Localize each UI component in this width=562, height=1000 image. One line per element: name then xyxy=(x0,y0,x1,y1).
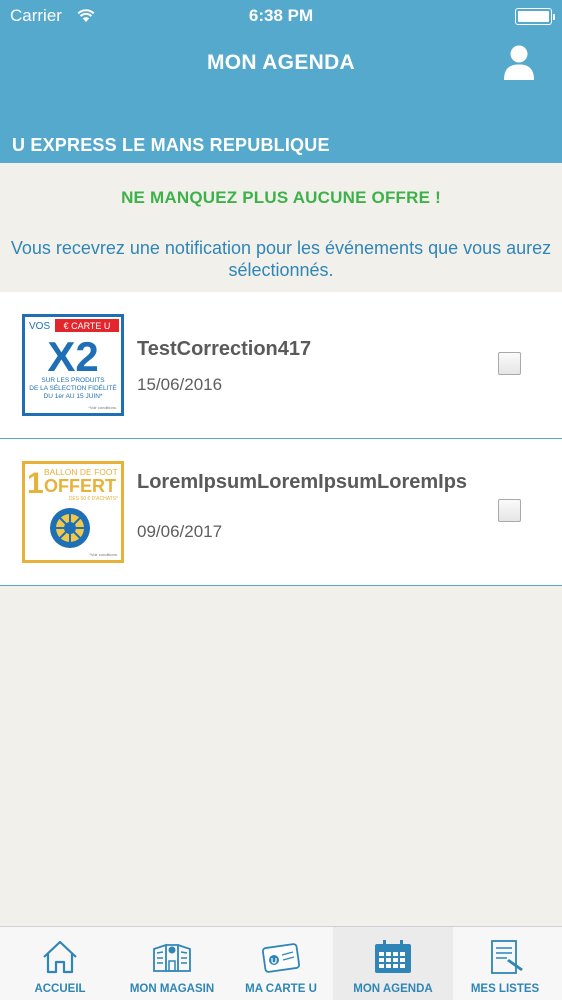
promo-ball-image: 1 BALLON DE FOOT OFFERT DÈS 50 € D'ACHAT… xyxy=(22,461,124,563)
tab-ma-carte-u[interactable]: MA CARTE U xyxy=(221,927,341,1000)
thumb-note: *Voir conditions. xyxy=(88,405,117,410)
thumb-sub: DÈS 50 € D'ACHATS* xyxy=(69,495,118,502)
tab-mon-magasin[interactable]: MON MAGASIN xyxy=(112,927,232,1000)
tab-mon-agenda[interactable]: MON AGENDA xyxy=(333,927,453,1000)
event-row[interactable]: VOS € CARTE U X2 SUR LES PRODUITS DE LA … xyxy=(0,292,562,439)
card-icon xyxy=(261,943,301,973)
thumb-note: *Voir conditions. xyxy=(89,552,118,557)
event-thumbnail: VOS € CARTE U X2 SUR LES PRODUITS DE LA … xyxy=(22,314,124,416)
banner-title: NE MANQUEZ PLUS AUCUNE OFFRE ! xyxy=(121,188,441,207)
tab-mes-listes[interactable]: MES LISTES xyxy=(445,927,562,1000)
event-row[interactable]: 1 BALLON DE FOOT OFFERT DÈS 50 € D'ACHAT… xyxy=(0,439,562,586)
event-checkbox[interactable] xyxy=(498,352,521,375)
event-title: LoremIpsumLoremIpsumLoremIpsumLoremIpsum… xyxy=(137,471,467,493)
tab-label: ACCUEIL xyxy=(34,983,86,995)
calendar-icon xyxy=(375,940,411,973)
event-title: TestCorrection417 xyxy=(137,338,312,360)
tab-label: MES LISTES xyxy=(470,983,540,995)
status-bar: Carrier 6:38 PM xyxy=(0,0,562,34)
event-date: 15/06/2016 xyxy=(137,375,223,394)
thumb-carte-u: € CARTE U xyxy=(64,321,111,331)
thumb-line1: SUR LES PRODUITS xyxy=(41,377,105,384)
home-icon xyxy=(43,940,77,974)
profile-icon[interactable] xyxy=(500,43,538,81)
status-time: 6:38 PM xyxy=(248,6,314,25)
event-checkbox[interactable] xyxy=(498,499,521,522)
tab-accueil[interactable]: ACCUEIL xyxy=(0,927,120,1000)
banner-text: Vous recevrez une notification pour les … xyxy=(10,238,552,280)
store-icon xyxy=(153,943,191,972)
event-date: 09/06/2017 xyxy=(137,522,223,541)
app-header: Carrier 6:38 PM MON AGENDA U EXPRESS LE … xyxy=(0,0,562,163)
thumb-line3: DU 1er AU 15 JUIN* xyxy=(44,393,103,400)
thumb-x2: X2 xyxy=(47,333,98,380)
tab-label: MON MAGASIN xyxy=(129,983,215,995)
thumb-number: 1 xyxy=(27,467,44,500)
store-name: U EXPRESS LE MANS REPUBLIQUE xyxy=(12,135,330,155)
thumb-line2: DE LA SÉLECTION FIDÉLITÉ xyxy=(29,383,117,392)
promo-x2-image: VOS € CARTE U X2 SUR LES PRODUITS DE LA … xyxy=(22,314,124,416)
battery-icon xyxy=(515,8,555,25)
tab-label: MON AGENDA xyxy=(353,983,433,995)
tab-bar: ACCUEIL MON MAGASIN MA CARTE U MON AGEND… xyxy=(0,926,562,1000)
list-icon xyxy=(491,940,523,974)
thumb-offert: OFFERT xyxy=(44,476,116,496)
thumb-vos: VOS xyxy=(29,321,50,332)
event-thumbnail: 1 BALLON DE FOOT OFFERT DÈS 50 € D'ACHAT… xyxy=(22,461,124,563)
page-title: MON AGENDA xyxy=(206,51,356,74)
events-list: VOS € CARTE U X2 SUR LES PRODUITS DE LA … xyxy=(0,292,562,586)
tab-label: MA CARTE U xyxy=(245,983,317,995)
